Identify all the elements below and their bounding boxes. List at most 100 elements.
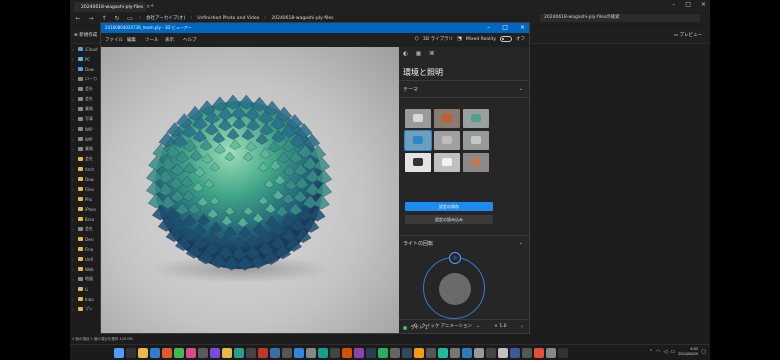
chevron-right-icon[interactable]: › [72, 97, 76, 102]
maximize-icon[interactable]: □ [685, 1, 691, 8]
sidebar-item[interactable]: › 写真 [70, 114, 100, 124]
chevron-right-icon[interactable]: › [72, 147, 76, 152]
breadcrumb-unfinished[interactable]: Unfinished Photo and Video [197, 16, 259, 21]
taskbar-app-icon[interactable] [558, 348, 568, 358]
speed-label[interactable]: × 1.0 [494, 324, 506, 329]
menu-tools[interactable]: ツール [145, 37, 159, 43]
mixed-reality-toggle[interactable] [500, 36, 512, 42]
sidebar-item[interactable]: › 会社 [70, 94, 100, 104]
maximize-icon[interactable]: □ [502, 24, 508, 31]
clock[interactable]: 6:02 2024/06/20 [678, 347, 698, 357]
taskbar-app-icon[interactable] [210, 348, 220, 358]
wifi-icon[interactable]: ◠ [656, 349, 660, 355]
forward-icon[interactable]: → [87, 15, 95, 22]
chevron-right-icon[interactable]: › [72, 47, 76, 52]
back-icon[interactable]: ← [74, 15, 82, 22]
sidebar-item[interactable]: › Arch [70, 164, 100, 174]
sidebar-item[interactable]: › プレ [70, 304, 100, 314]
sidebar-item[interactable]: › 会社 [70, 154, 100, 164]
chevron-right-icon[interactable]: › [72, 57, 76, 62]
up-icon[interactable]: ↑ [100, 15, 108, 22]
menu-file[interactable]: ファイル [105, 37, 123, 43]
taskbar-app-icon[interactable] [486, 348, 496, 358]
theme-thumbnail[interactable] [463, 131, 489, 150]
chevron-right-icon[interactable]: › [72, 277, 76, 282]
theme-thumbnail[interactable] [404, 130, 432, 151]
sidebar-item[interactable]: › 会社 [70, 224, 100, 234]
taskbar-app-icon[interactable] [534, 348, 544, 358]
breadcrumb-current[interactable]: 20240618-wagashi-ply-files [271, 16, 333, 21]
theme-thumbnail[interactable] [434, 153, 460, 172]
battery-icon[interactable]: ▭ [670, 349, 675, 355]
chevron-down-icon[interactable]: ⌄ [519, 240, 523, 246]
sidebar-item[interactable]: › iCloud [70, 44, 100, 54]
taskbar-app-icon[interactable] [450, 348, 460, 358]
sidebar-item[interactable]: › PC [70, 54, 100, 64]
3d-viewport[interactable] [101, 47, 399, 333]
taskbar-app-icon[interactable] [498, 348, 508, 358]
chevron-right-icon[interactable]: › [72, 267, 76, 272]
sidebar-item[interactable]: › Web [70, 264, 100, 274]
start-icon[interactable] [114, 348, 124, 358]
palette-icon[interactable]: ◐ [403, 51, 408, 57]
taskbar-app-icon[interactable] [390, 348, 400, 358]
chevron-right-icon[interactable]: › [72, 87, 76, 92]
minimize-icon[interactable]: – [487, 24, 490, 31]
taskbar-app-icon[interactable] [294, 348, 304, 358]
sidebar-item[interactable]: › ローカ [70, 74, 100, 84]
grid-icon[interactable]: ▦ [416, 51, 421, 57]
taskbar-app-icon[interactable] [330, 348, 340, 358]
volume-icon[interactable]: ◁ [663, 349, 667, 355]
refresh-icon[interactable]: ↻ [113, 15, 121, 22]
taskbar-app-icon[interactable] [186, 348, 196, 358]
load-theme-button[interactable]: 設定の読み込み [405, 215, 493, 224]
chevron-right-icon[interactable]: › [72, 197, 76, 202]
taskbar-app-icon[interactable] [378, 348, 388, 358]
taskbar-app-icon[interactable] [318, 348, 328, 358]
chevron-right-icon[interactable]: › [72, 107, 76, 112]
save-theme-button[interactable]: 設定の保存 [405, 202, 493, 211]
taskbar-app-icon[interactable] [198, 348, 208, 358]
minimize-icon[interactable]: – [672, 1, 675, 8]
sidebar-item[interactable]: › Fina [70, 244, 100, 254]
mesh-model[interactable] [101, 47, 399, 333]
theme-thumbnail[interactable] [434, 131, 460, 150]
chevron-right-icon[interactable]: › [72, 307, 76, 312]
menu-help[interactable]: ヘルプ [183, 37, 197, 43]
chevron-down-icon[interactable]: ⌄ [476, 323, 480, 329]
explorer-tab[interactable]: 20240618-wagashi-ply-files × [74, 2, 150, 12]
sidebar-item[interactable]: › 会社 [70, 84, 100, 94]
close-window-icon[interactable]: × [701, 1, 706, 8]
sidebar-item[interactable]: › Li [70, 284, 100, 294]
new-tab-icon[interactable]: + [150, 3, 154, 9]
chevron-right-icon[interactable]: › [72, 247, 76, 252]
chevron-right-icon[interactable]: › [72, 227, 76, 232]
chevron-right-icon[interactable]: › [72, 187, 76, 192]
taskbar-app-icon[interactable] [426, 348, 436, 358]
chevron-right-icon[interactable]: › [72, 297, 76, 302]
sidebar-item[interactable]: › Files [70, 184, 100, 194]
close-window-icon[interactable]: × [520, 24, 525, 31]
chevron-down-icon[interactable]: ⌄ [519, 86, 523, 92]
theme-thumbnail[interactable] [405, 109, 431, 128]
sidebar-item[interactable]: › WIP [70, 124, 100, 134]
chevron-right-icon[interactable]: › [72, 257, 76, 262]
taskbar-app-icon[interactable] [258, 348, 268, 358]
preview-button[interactable]: ▭ プレビュー [674, 32, 702, 38]
theme-thumbnail[interactable] [463, 109, 489, 128]
theme-thumbnail[interactable] [405, 153, 431, 172]
library-button[interactable]: 3D ライブラリ [423, 36, 453, 42]
chevron-right-icon[interactable]: › [72, 177, 76, 182]
chevron-right-icon[interactable]: › [72, 237, 76, 242]
menu-edit[interactable]: 編集 [127, 37, 136, 43]
sidebar-item[interactable]: › 業務 [70, 104, 100, 114]
sidebar-item[interactable]: › WIP [70, 134, 100, 144]
taskbar-app-icon[interactable] [234, 348, 244, 358]
taskbar-app-icon[interactable] [174, 348, 184, 358]
sidebar-item[interactable]: › 地図 [70, 274, 100, 284]
sidebar-item[interactable]: › 業務 [70, 144, 100, 154]
chevron-right-icon[interactable]: › [72, 207, 76, 212]
sidebar-item[interactable]: › Dow [70, 64, 100, 74]
taskbar-app-icon[interactable] [138, 348, 148, 358]
chevron-right-icon[interactable]: › [72, 167, 76, 172]
